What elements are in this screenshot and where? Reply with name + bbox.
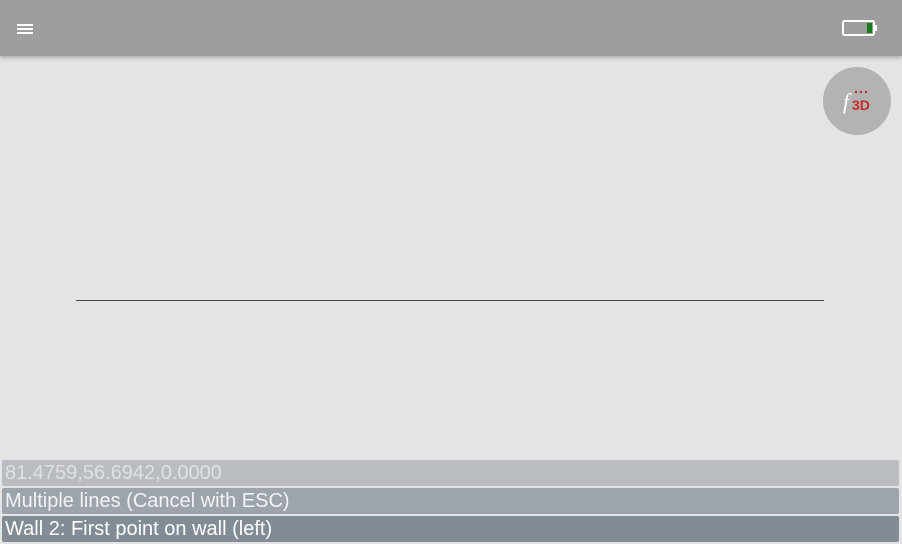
coordinates-readout: 81.4759,56.6942,0.0000 bbox=[2, 460, 899, 486]
menu-button[interactable] bbox=[12, 18, 40, 40]
f3d-logo-letter-f: f bbox=[843, 89, 852, 114]
hamburger-menu-icon bbox=[17, 24, 33, 26]
command-prompt: Wall 2: First point on wall (left) bbox=[2, 516, 899, 542]
hamburger-menu-icon-bar bbox=[17, 32, 33, 34]
mode-status: Multiple lines (Cancel with ESC) bbox=[2, 488, 899, 514]
battery-terminal bbox=[874, 25, 877, 31]
top-app-bar bbox=[0, 0, 902, 56]
wall-line bbox=[76, 300, 824, 301]
f3d-logo-button[interactable]: f 3D bbox=[823, 67, 891, 135]
drawing-canvas[interactable] bbox=[0, 56, 902, 458]
f3d-logo-letters-3d: 3D bbox=[852, 97, 870, 113]
battery-icon bbox=[842, 20, 877, 36]
hamburger-menu-icon-bar bbox=[17, 28, 33, 30]
battery-level-fill bbox=[867, 23, 872, 33]
app-window: f 3D 81.4759,56.6942,0.0000 Multiple lin… bbox=[0, 0, 902, 544]
f3d-logo-icon: f 3D bbox=[843, 89, 870, 114]
